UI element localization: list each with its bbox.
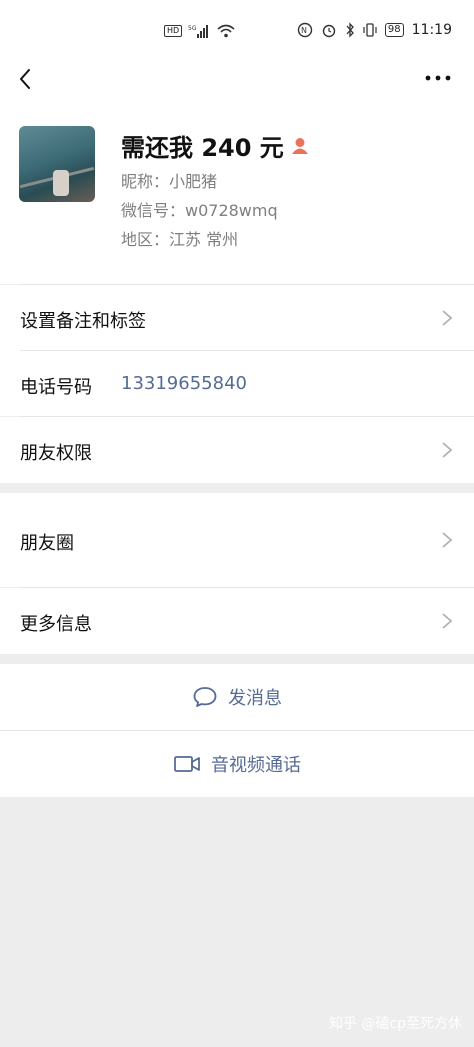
signal-icon: 5G (188, 25, 209, 38)
video-call-button[interactable]: 音视频通话 (0, 731, 474, 797)
nickname: 昵称：小肥猪 (121, 172, 218, 191)
hd-badge: HD (164, 25, 183, 37)
clock: 11:19 (411, 22, 452, 38)
female-person-icon (291, 137, 308, 154)
chevron-right-icon (442, 532, 453, 548)
profile-card: 需还我 240 元 昵称：小肥猪 微信号：w0728wmq 地区：江苏 常州 (0, 106, 474, 284)
friend-permission-label: 朋友权限 (20, 443, 92, 464)
chevron-right-icon (442, 442, 453, 458)
video-call-label: 音视频通话 (211, 755, 301, 776)
wechat-id: 微信号：w0728wmq (121, 201, 278, 220)
back-arrow-icon[interactable] (14, 64, 44, 94)
wifi-icon (217, 24, 235, 38)
nav-bar (0, 62, 474, 106)
network-indicators: HD 5G (164, 24, 236, 38)
send-message-button[interactable]: 发消息 (0, 664, 474, 730)
alarm-icon (322, 24, 336, 38)
battery-indicator: 98 (384, 23, 404, 37)
phone-row[interactable]: 电话号码 13319655840 (0, 351, 474, 416)
video-camera-icon (174, 756, 200, 772)
chevron-right-icon (442, 310, 453, 326)
chat-bubble-icon (193, 687, 217, 707)
name-row: 需还我 240 元 (121, 128, 310, 163)
system-indicators: N 98 11:19 (297, 22, 452, 38)
more-info-label: 更多信息 (20, 614, 92, 635)
vibrate-icon (363, 23, 377, 37)
phone-number[interactable]: 13319655840 (121, 373, 247, 394)
avatar[interactable] (19, 126, 95, 202)
send-message-label: 发消息 (228, 688, 282, 709)
more-options-icon[interactable] (422, 66, 454, 90)
watermark: 知乎 @磕cp至死方休 (328, 1016, 462, 1032)
moments-row[interactable]: 朋友圈 (0, 493, 474, 587)
more-info-row[interactable]: 更多信息 (0, 588, 474, 654)
bluetooth-icon (346, 22, 354, 38)
phone-label: 电话号码 (20, 377, 92, 398)
friend-permission-row[interactable]: 朋友权限 (0, 417, 474, 483)
chevron-right-icon (442, 613, 453, 629)
avatar-figure (53, 170, 69, 196)
region: 地区：江苏 常州 (121, 230, 239, 249)
svg-text:5G: 5G (188, 25, 197, 32)
svg-text:N: N (301, 26, 307, 35)
contact-name: 需还我 240 元 (121, 134, 284, 162)
status-bar: HD 5G N 98 11:19 (0, 0, 474, 62)
nfc-icon: N (297, 22, 313, 38)
remark-tags-row[interactable]: 设置备注和标签 (0, 285, 474, 351)
moments-label: 朋友圈 (20, 533, 74, 554)
remark-tags-label: 设置备注和标签 (20, 311, 146, 332)
